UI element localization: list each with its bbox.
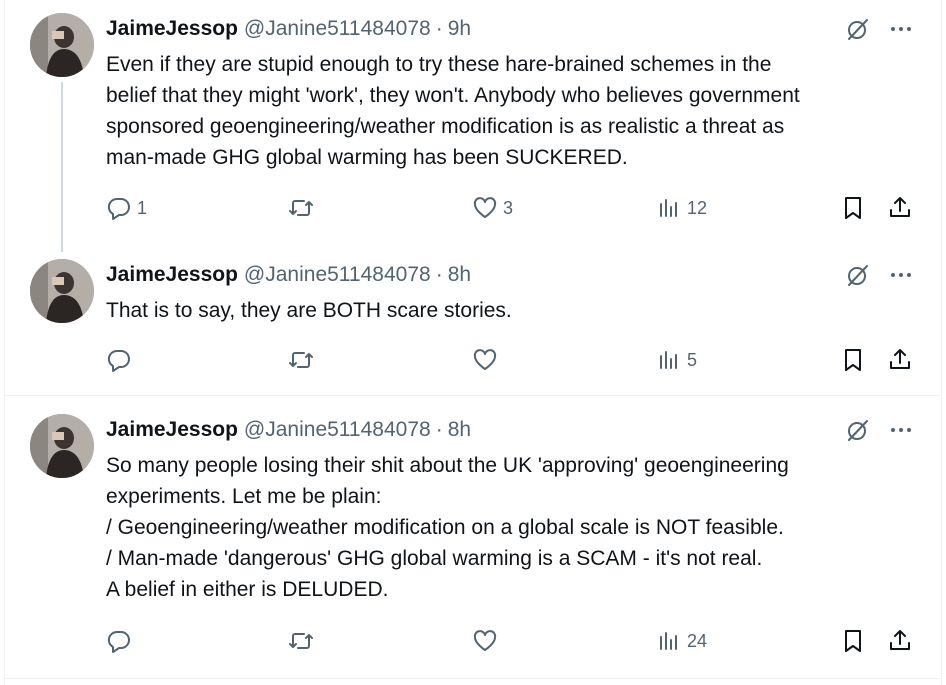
like-button[interactable] (472, 624, 503, 658)
bookmark-button[interactable] (840, 191, 866, 225)
bookmark-icon (845, 630, 861, 652)
share-button[interactable] (887, 624, 913, 658)
display-name[interactable]: JaimeJessop (106, 418, 238, 442)
reply-button[interactable]: 1 (106, 191, 147, 225)
grok-icon[interactable] (845, 262, 871, 288)
timestamp[interactable]: 8h (448, 418, 471, 442)
like-count: 3 (503, 197, 514, 218)
timestamp[interactable]: 9h (448, 17, 471, 41)
user-handle[interactable]: @Janine511484078 (244, 418, 431, 442)
tweet[interactable]: JaimeJessop @Janine511484078 · 9h Even i… (0, 0, 946, 255)
share-icon (890, 630, 910, 650)
separator-dot: · (435, 17, 443, 40)
like-button[interactable] (472, 343, 503, 377)
retweet-icon (289, 200, 313, 216)
user-handle[interactable]: @Janine511484078 (244, 17, 431, 41)
retweet-button[interactable] (288, 191, 319, 225)
tweet-text-line: sponsored geoengineering/weather modific… (106, 115, 785, 138)
tweet-header: JaimeJessop @Janine511484078 · 8h (106, 416, 471, 444)
tweet-text-line: So many people losing their shit about t… (106, 454, 789, 477)
retweet-icon (289, 633, 313, 649)
tweet-text-line: That is to say, they are BOTH scare stor… (106, 299, 512, 322)
tweet-text-line: experiments. Let me be plain: (106, 485, 382, 508)
tweet-text-line: A belief in either is DELUDED. (106, 578, 389, 601)
tweet-text-line: / Geoengineering/weather modification on… (106, 516, 784, 539)
user-handle[interactable]: @Janine511484078 (244, 263, 431, 287)
views-count: 5 (687, 349, 698, 370)
views-icon (660, 199, 677, 217)
share-button[interactable] (887, 191, 913, 225)
avatar[interactable] (30, 13, 94, 77)
reply-icon (107, 630, 130, 653)
tweet-header: JaimeJessop @Janine511484078 · 9h (106, 15, 471, 43)
reply-icon (107, 349, 130, 372)
retweet-button[interactable] (288, 343, 319, 377)
more-icon[interactable] (888, 262, 914, 288)
retweet-icon (289, 352, 313, 368)
tweet-text-line: belief that they might 'work', they won'… (106, 84, 800, 107)
timestamp[interactable]: 8h (448, 263, 471, 287)
tweet[interactable]: JaimeJessop @Janine511484078 · 8h That i… (0, 255, 946, 395)
like-button[interactable]: 3 (472, 191, 513, 225)
tweet-text: So many people losing their shit about t… (106, 450, 926, 605)
heart-icon (473, 630, 497, 651)
tweet-text: That is to say, they are BOTH scare stor… (106, 295, 926, 326)
heart-icon (473, 197, 497, 218)
tweet-actions: 5 (0, 343, 946, 377)
retweet-button[interactable] (288, 624, 319, 658)
bookmark-button[interactable] (840, 624, 866, 658)
reply-count: 1 (137, 197, 148, 218)
views-count: 24 (687, 630, 708, 651)
tweet-text: Even if they are stupid enough to try th… (106, 49, 926, 173)
views-count: 12 (687, 197, 708, 218)
avatar[interactable] (30, 259, 94, 323)
views-button[interactable]: 12 (656, 191, 707, 225)
avatar[interactable] (30, 414, 94, 478)
display-name[interactable]: JaimeJessop (106, 263, 238, 287)
tweet-actions: 24 (0, 624, 946, 658)
views-button[interactable]: 5 (656, 343, 697, 377)
display-name[interactable]: JaimeJessop (106, 17, 238, 41)
bookmark-button[interactable] (840, 343, 866, 377)
tweet-header: JaimeJessop @Janine511484078 · 8h (106, 261, 471, 289)
bookmark-icon (845, 349, 861, 371)
views-icon (660, 351, 677, 369)
share-icon (890, 349, 910, 369)
tweet-text-line: man-made GHG global warming has been SUC… (106, 146, 628, 169)
grok-icon[interactable] (845, 417, 871, 443)
grok-icon[interactable] (845, 16, 871, 42)
share-button[interactable] (887, 343, 913, 377)
tweet-actions: 1 3 12 (0, 191, 946, 225)
share-icon (890, 197, 910, 217)
more-icon[interactable] (888, 16, 914, 42)
bookmark-icon (845, 197, 861, 219)
reply-icon (107, 197, 130, 220)
tweet-divider (4, 678, 942, 679)
reply-button[interactable] (106, 343, 137, 377)
tweet[interactable]: JaimeJessop @Janine511484078 · 8h So man… (0, 396, 946, 678)
tweet-text-line: / Man-made 'dangerous' GHG global warmin… (106, 547, 763, 570)
more-icon[interactable] (888, 417, 914, 443)
reply-button[interactable] (106, 624, 137, 658)
views-icon (660, 632, 677, 650)
tweet-text-line: Even if they are stupid enough to try th… (106, 53, 772, 76)
separator-dot: · (435, 263, 443, 286)
heart-icon (473, 349, 497, 370)
views-button[interactable]: 24 (656, 624, 707, 658)
separator-dot: · (435, 418, 443, 441)
